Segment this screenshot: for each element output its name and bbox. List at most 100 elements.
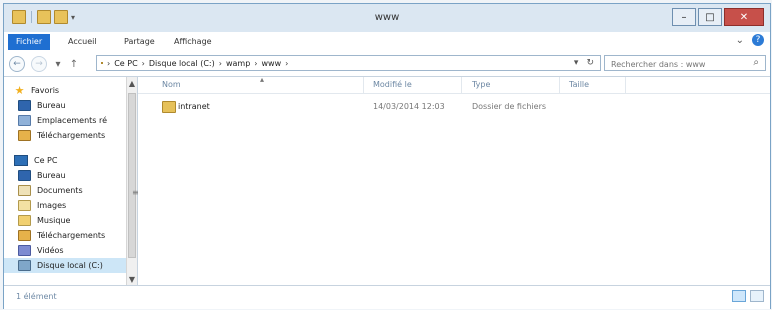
ribbon-right-controls: ⌄ ? <box>736 34 764 46</box>
nav-item-bureau-fav[interactable]: Bureau <box>4 98 126 113</box>
nav-item-documents[interactable]: Documents <box>4 183 126 198</box>
window-title: www <box>374 12 400 23</box>
nav-item-telechargements-fav[interactable]: Téléchargements <box>4 128 126 143</box>
folder-icon <box>162 101 176 113</box>
table-row[interactable]: intranet 14/03/2014 12:03 Dossier de fic… <box>138 99 770 115</box>
nav-group-label: Ce PC <box>34 156 58 165</box>
search-icon[interactable]: ⌕ <box>753 57 759 68</box>
nav-item-label: Disque local (C:) <box>37 261 103 270</box>
nav-item-telechargements[interactable]: Téléchargements <box>4 228 126 243</box>
nav-group-label: Favoris <box>31 86 60 95</box>
breadcrumb-separator: › <box>285 58 289 68</box>
star-icon: ★ <box>14 84 25 97</box>
music-icon <box>18 215 31 226</box>
breadcrumb-separator: › <box>254 58 258 68</box>
computer-icon <box>14 155 28 166</box>
nav-buttons: ← → ▾ ↑ <box>9 56 79 72</box>
details-view-button[interactable] <box>732 290 746 302</box>
desktop-icon <box>18 100 31 111</box>
navigation-pane: ★ Favoris Bureau Emplacements ré Télécha… <box>4 77 139 285</box>
videos-icon <box>18 245 31 256</box>
breadcrumb-separator: › <box>107 58 111 68</box>
tab-view[interactable]: Affichage <box>166 34 220 50</box>
tab-home[interactable]: Accueil <box>60 34 105 50</box>
column-separator[interactable] <box>461 77 462 93</box>
nav-scrollbar[interactable]: ▲ ≡ ▼ <box>126 77 139 285</box>
search-input[interactable] <box>605 56 753 72</box>
breadcrumb-separator: › <box>141 58 145 68</box>
back-button[interactable]: ← <box>9 56 25 72</box>
column-name[interactable]: Nom <box>162 80 181 89</box>
file-name: intranet <box>178 102 210 111</box>
nav-item-bureau[interactable]: Bureau <box>4 168 126 183</box>
column-type[interactable]: Type <box>472 80 490 89</box>
nav-group-ce-pc[interactable]: Ce PC <box>4 153 126 168</box>
title-bar: ▾ www – □ ✕ <box>4 4 770 32</box>
column-headers: ▴ Nom Modifié le Type Taille <box>138 75 770 94</box>
column-separator[interactable] <box>625 77 626 93</box>
address-folder-icon <box>101 62 103 64</box>
nav-item-emplacements-recents[interactable]: Emplacements ré <box>4 113 126 128</box>
close-button[interactable]: ✕ <box>724 8 764 26</box>
maximize-button[interactable]: □ <box>698 8 722 26</box>
refresh-icon[interactable]: ↻ <box>586 58 594 68</box>
up-button[interactable]: ↑ <box>69 59 79 70</box>
desktop-icon <box>18 170 31 181</box>
documents-icon <box>18 185 31 196</box>
nav-group-favorites[interactable]: ★ Favoris <box>4 83 126 98</box>
window-controls: – □ ✕ <box>672 8 764 26</box>
sort-indicator-icon: ▴ <box>260 75 265 84</box>
scroll-down-icon[interactable]: ▼ <box>127 273 137 285</box>
nav-item-disque-local[interactable]: Disque local (C:) <box>4 258 126 273</box>
window-frame: ▾ www – □ ✕ Fichier Accueil Partage Affi… <box>3 3 771 309</box>
breadcrumb-www[interactable]: www <box>261 59 281 68</box>
address-dropdown-icon[interactable]: ▾ <box>574 58 579 68</box>
forward-button[interactable]: → <box>31 56 47 72</box>
view-buttons <box>732 290 764 302</box>
nav-item-videos[interactable]: Vidéos <box>4 243 126 258</box>
nav-item-label: Bureau <box>37 171 66 180</box>
large-icons-view-button[interactable] <box>750 290 764 302</box>
breadcrumb-ce-pc[interactable]: Ce PC <box>114 59 137 68</box>
navigation-list: ★ Favoris Bureau Emplacements ré Télécha… <box>4 77 126 273</box>
column-size[interactable]: Taille <box>569 80 589 89</box>
explorer-window: ▾ www – □ ✕ Fichier Accueil Partage Affi… <box>0 0 772 310</box>
nav-item-label: Emplacements ré <box>37 116 108 125</box>
search-box[interactable]: ⌕ <box>604 55 766 72</box>
column-modified[interactable]: Modifié le <box>373 80 412 89</box>
help-icon[interactable]: ? <box>752 34 764 46</box>
recent-places-icon <box>18 115 31 126</box>
downloads-icon <box>18 230 31 241</box>
minimize-button[interactable]: – <box>672 8 696 26</box>
nav-item-label: Téléchargements <box>37 131 106 140</box>
nav-item-label: Vidéos <box>37 246 64 255</box>
column-separator[interactable] <box>363 77 364 93</box>
pictures-icon <box>18 200 31 211</box>
breadcrumb-separator: › <box>218 58 222 68</box>
tab-share[interactable]: Partage <box>116 34 163 50</box>
nav-item-label: Documents <box>37 186 83 195</box>
status-bar: 1 élément <box>4 285 770 309</box>
file-type: Dossier de fichiers <box>472 102 547 111</box>
nav-item-images[interactable]: Images <box>4 198 126 213</box>
nav-item-label: Musique <box>37 216 71 225</box>
nav-item-label: Téléchargements <box>37 231 106 240</box>
navigation-bar: ← → ▾ ↑ › Ce PC › Disque local (C:) › wa… <box>4 52 770 77</box>
recent-locations-icon[interactable]: ▾ <box>53 59 63 70</box>
address-right-controls: ▾ ↻ <box>574 58 600 68</box>
nav-item-musique[interactable]: Musique <box>4 213 126 228</box>
ribbon-tabs: Fichier Accueil Partage Affichage ⌄ ? <box>4 32 770 53</box>
breadcrumb-disque-local[interactable]: Disque local (C:) <box>149 59 215 68</box>
item-count: 1 élément <box>16 292 57 301</box>
file-modified: 14/03/2014 12:03 <box>373 102 445 111</box>
nav-item-label: Bureau <box>37 101 66 110</box>
address-bar[interactable]: › Ce PC › Disque local (C:) › wamp › www… <box>96 55 601 71</box>
breadcrumb-wamp[interactable]: wamp <box>226 59 250 68</box>
tab-file[interactable]: Fichier <box>8 34 51 50</box>
column-separator[interactable] <box>559 77 560 93</box>
file-list: ▴ Nom Modifié le Type Taille intranet 14… <box>138 75 770 285</box>
scroll-up-icon[interactable]: ▲ <box>127 77 137 89</box>
downloads-icon <box>18 130 31 141</box>
ribbon-expand-icon[interactable]: ⌄ <box>736 35 744 46</box>
scroll-thumb[interactable]: ≡ <box>128 93 139 258</box>
